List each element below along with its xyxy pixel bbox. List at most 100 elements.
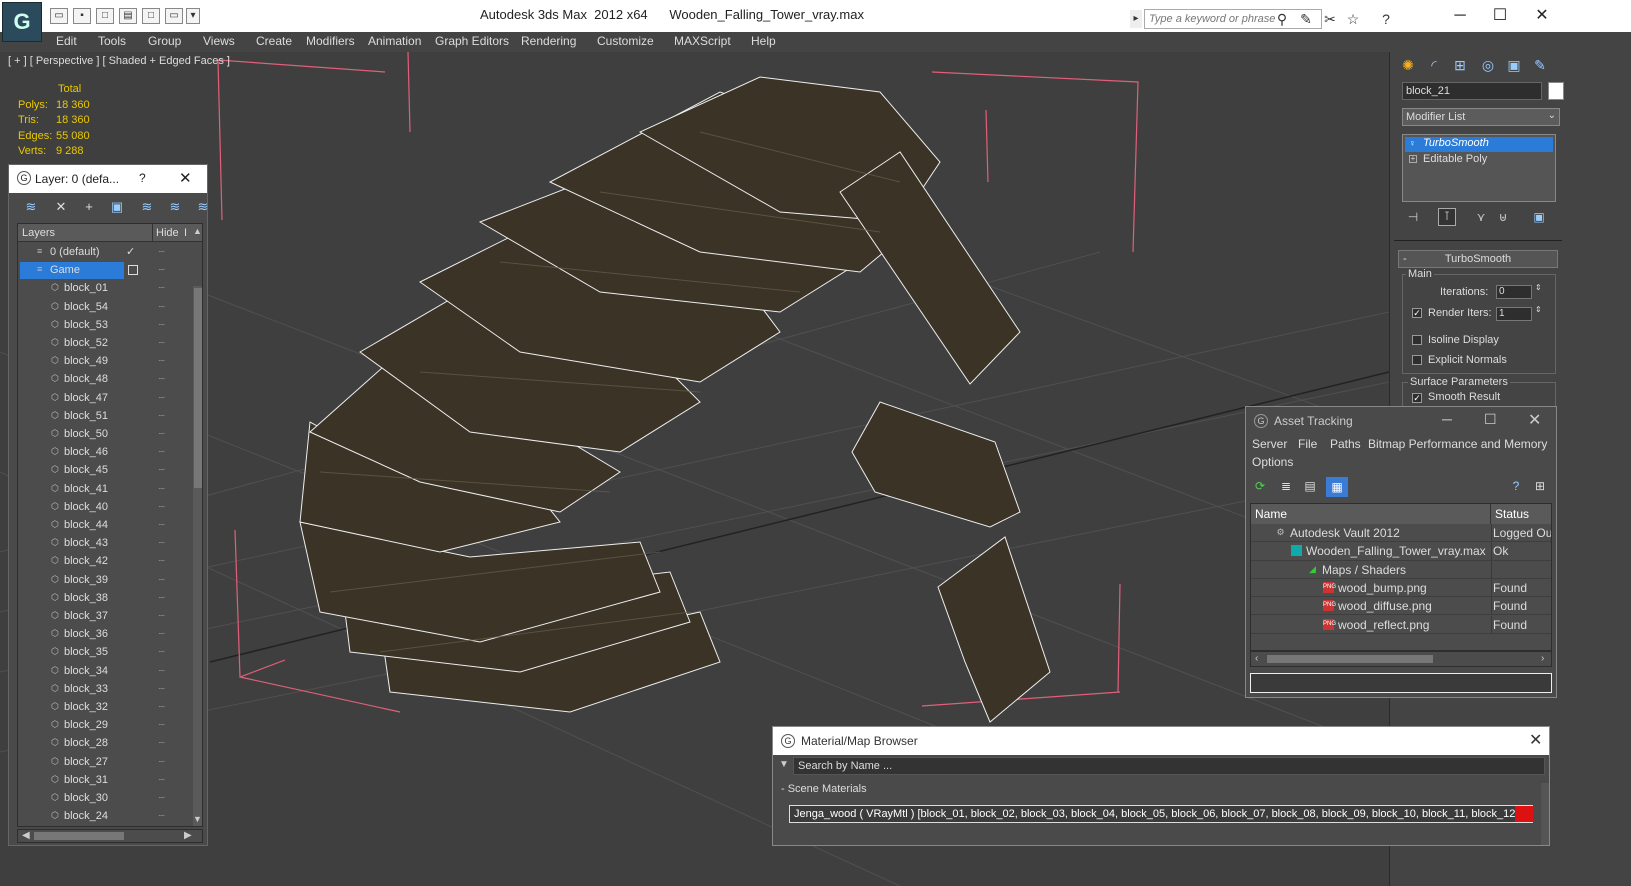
hide-toggle-icon[interactable]: ∙∙∙∙ — [158, 756, 165, 766]
maximize-button[interactable]: ☐ — [1480, 4, 1520, 28]
hide-toggle-icon[interactable]: ∙∙∙∙ — [158, 592, 165, 602]
layer-row[interactable]: ⬡ block_38 ∙∙∙∙ — [18, 590, 190, 608]
undo-icon[interactable]: ▤ — [119, 8, 137, 24]
layer-row[interactable]: ⬡ block_36 ∙∙∙∙ — [18, 626, 190, 644]
hide-toggle-icon[interactable]: ∙∙∙∙ — [158, 701, 165, 711]
iterations-input[interactable]: 0 — [1496, 285, 1532, 299]
hide-toggle-icon[interactable]: ∙∙∙∙ — [158, 264, 165, 274]
scroll-right-icon[interactable]: ▶ — [184, 830, 192, 841]
refresh-icon[interactable]: ⟳ — [1252, 479, 1268, 495]
render-iters-input[interactable]: 1 — [1496, 307, 1532, 321]
layer-vertical-scrollbar[interactable] — [193, 286, 202, 826]
menu-options[interactable]: Options — [1252, 455, 1293, 469]
viewport-label[interactable]: [ + ] [ Perspective ] [ Shaded + Edged F… — [8, 55, 230, 67]
help-icon[interactable]: ? — [1508, 479, 1524, 495]
layer-row[interactable]: ⬡ block_35 ∙∙∙∙ — [18, 644, 190, 662]
open-file-icon[interactable]: ▭ — [50, 8, 68, 24]
smooth-result-checkbox[interactable]: ✓ — [1412, 393, 1422, 403]
menu-edit[interactable]: Edit — [56, 34, 77, 48]
menu-group[interactable]: Group — [148, 34, 181, 48]
material-vertical-scrollbar[interactable] — [1541, 783, 1549, 845]
scroll-left-icon[interactable]: ◀ — [22, 830, 30, 841]
col-layers[interactable]: Layers — [22, 227, 55, 239]
hide-toggle-icon[interactable]: ∙∙∙∙ — [158, 810, 165, 820]
expand-icon[interactable]: + — [1409, 155, 1417, 163]
menu-help[interactable]: Help — [751, 34, 776, 48]
hide-toggle-icon[interactable]: ∙∙∙∙ — [158, 373, 165, 383]
layer-row-game[interactable]: ≡ Game ∙∙∙∙ — [18, 262, 190, 280]
hide-toggle-icon[interactable]: ∙∙∙∙ — [158, 410, 165, 420]
menu-paths[interactable]: Paths — [1330, 437, 1361, 451]
search-expand-icon[interactable]: ▸ — [1130, 10, 1142, 28]
menu-file[interactable]: File — [1298, 437, 1317, 451]
layer-row[interactable]: ⬡ block_45 ∙∙∙∙ — [18, 462, 190, 480]
scroll-thumb[interactable] — [1267, 655, 1433, 663]
layer-row[interactable]: ⬡ block_27 ∙∙∙∙ — [18, 754, 190, 772]
hide-toggle-icon[interactable]: ∙∙∙∙ — [158, 719, 165, 729]
hide-toggle-icon[interactable]: ∙∙∙∙ — [158, 646, 165, 656]
app-menu-button[interactable]: G — [2, 2, 42, 42]
layer-row[interactable]: ⬡ block_30 ∙∙∙∙ — [18, 790, 190, 808]
active-layer-check-icon[interactable]: ✓ — [126, 245, 135, 258]
scroll-down-icon[interactable]: ▼ — [193, 814, 202, 824]
highlight-layer-icon[interactable]: ≋ — [137, 199, 157, 217]
object-name-field[interactable]: block_21 — [1402, 82, 1542, 100]
hide-toggle-icon[interactable]: ∙∙∙∙ — [158, 519, 165, 529]
asset-horizontal-scrollbar[interactable]: ‹ › — [1250, 651, 1552, 667]
asset-status-field[interactable] — [1250, 673, 1552, 693]
current-layer-icon[interactable] — [128, 265, 138, 276]
menu-graph-editors[interactable]: Graph Editors — [435, 34, 509, 48]
hide-toggle-icon[interactable]: ∙∙∙∙ — [158, 392, 165, 402]
scroll-up-icon[interactable]: ▲ — [193, 226, 202, 236]
delete-layer-icon[interactable]: ✕ — [51, 199, 71, 217]
layer-row[interactable]: ⬡ block_32 ∙∙∙∙ — [18, 699, 190, 717]
col-status[interactable]: Status — [1491, 504, 1551, 524]
layer-row[interactable]: ⬡ block_29 ∙∙∙∙ — [18, 717, 190, 735]
quick-access-dropdown-icon[interactable]: ▾ — [186, 8, 200, 24]
minimize-button[interactable]: ─ — [1442, 411, 1452, 427]
layer-row[interactable]: ⬡ block_54 ∙∙∙∙ — [18, 299, 190, 317]
layer-row[interactable]: ⬡ block_01 ∙∙∙∙ — [18, 280, 190, 298]
iterations-spinner-icon[interactable]: ⇕ — [1535, 283, 1542, 292]
hide-toggle-icon[interactable]: ∙∙∙∙ — [158, 501, 165, 511]
asset-row[interactable]: ⚙ Autodesk Vault 2012 Logged Ou — [1251, 524, 1551, 543]
hide-toggle-icon[interactable]: ∙∙∙∙ — [158, 792, 165, 802]
scroll-left-icon[interactable]: ‹ — [1255, 653, 1258, 664]
layer-row[interactable]: ⬡ block_50 ∙∙∙∙ — [18, 426, 190, 444]
layer-row[interactable]: ⬡ block_40 ∙∙∙∙ — [18, 499, 190, 517]
close-icon[interactable]: ✕ — [1529, 730, 1542, 750]
menu-maxscript[interactable]: MAXScript — [674, 34, 731, 48]
project-folder-icon[interactable]: ▭ — [165, 8, 183, 24]
hide-toggle-icon[interactable]: ∙∙∙∙ — [158, 464, 165, 474]
collapse-icon[interactable]: - — [1403, 251, 1407, 267]
create-layer-icon[interactable]: ≋ — [21, 199, 41, 217]
explicit-normals-checkbox[interactable] — [1412, 355, 1422, 365]
asset-row[interactable]: PNG wood_reflect.png Found — [1251, 615, 1551, 634]
settings-icon[interactable]: ⊞ — [1532, 479, 1548, 495]
pin-stack-icon[interactable]: ⊣ — [1404, 210, 1422, 228]
list-view-icon[interactable]: ≣ — [1278, 479, 1294, 495]
hide-all-icon[interactable]: ≋ — [165, 199, 185, 217]
menu-modifiers[interactable]: Modifiers — [306, 34, 355, 48]
configure-sets-icon[interactable]: ▣ — [1530, 210, 1548, 228]
isoline-checkbox[interactable] — [1412, 335, 1422, 345]
menu-views[interactable]: Views — [203, 34, 235, 48]
hide-toggle-icon[interactable]: ∙∙∙∙ — [158, 483, 165, 493]
add-to-layer-icon[interactable]: + — [79, 199, 99, 217]
menu-rendering[interactable]: Rendering — [521, 34, 576, 48]
layer-row[interactable]: ⬡ block_37 ∙∙∙∙ — [18, 608, 190, 626]
hide-toggle-icon[interactable]: ∙∙∙∙ — [158, 610, 165, 620]
hide-toggle-icon[interactable]: ∙∙∙∙ — [158, 282, 165, 292]
binoculars-icon[interactable]: ⚲ — [1272, 10, 1292, 28]
hide-toggle-icon[interactable]: ∙∙∙∙ — [158, 737, 165, 747]
menu-tools[interactable]: Tools — [98, 34, 126, 48]
hide-toggle-icon[interactable]: ∙∙∙∙ — [158, 319, 165, 329]
make-unique-icon[interactable]: ⋎ — [1472, 210, 1490, 228]
turbosmooth-rollout[interactable]: - TurboSmooth — [1398, 250, 1558, 268]
layer-row[interactable]: ⬡ block_24 ∙∙∙∙ — [18, 808, 190, 826]
hide-toggle-icon[interactable]: ∙∙∙∙ — [158, 446, 165, 456]
layer-row[interactable]: ⬡ block_51 ∙∙∙∙ — [18, 408, 190, 426]
communication-center-icon[interactable]: ✂ — [1320, 10, 1340, 28]
layer-row[interactable]: ⬡ block_39 ∙∙∙∙ — [18, 572, 190, 590]
menu-server[interactable]: Server — [1252, 437, 1287, 451]
